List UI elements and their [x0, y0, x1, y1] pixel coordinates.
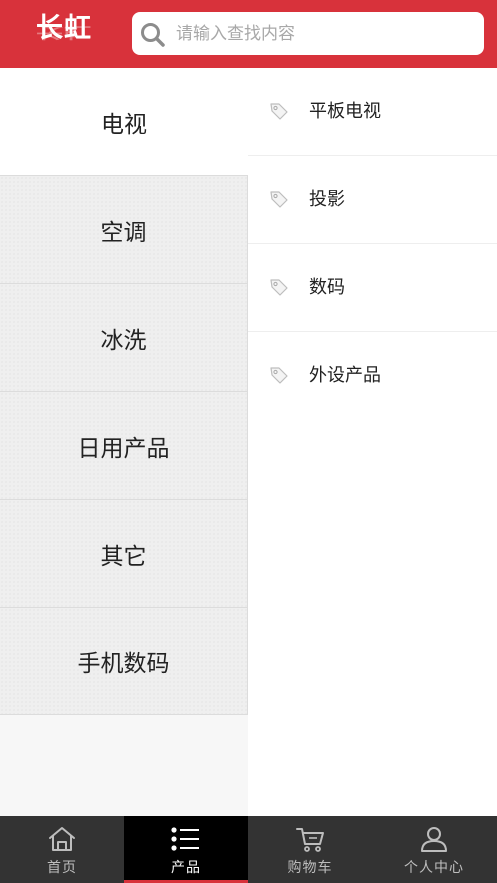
category-label: 冰洗	[100, 327, 147, 354]
nav-cart[interactable]: 购物车	[248, 816, 372, 883]
search-bar[interactable]	[132, 12, 484, 55]
app-header: 长虹 长虹	[0, 0, 497, 68]
subcategory-item-digital[interactable]: 数码	[248, 244, 497, 332]
subcategory-item-projector[interactable]: 投影	[248, 156, 497, 244]
category-item-air-conditioner[interactable]: 空调	[0, 175, 248, 283]
nav-label: 个人中心	[404, 860, 464, 876]
subcategory-label: 投影	[309, 189, 345, 210]
category-label: 电视	[101, 111, 147, 138]
category-sidebar: 电视 空调 冰洗 日用产品 其它 手机数码	[0, 68, 248, 816]
subcategory-item-peripherals[interactable]: 外设产品	[248, 332, 497, 420]
nav-products[interactable]: 产品	[124, 816, 248, 883]
nav-profile[interactable]: 个人中心	[372, 816, 497, 883]
subcategory-list: 平板电视 投影 数码 外设产品	[248, 68, 497, 816]
nav-label: 产品	[171, 860, 201, 876]
category-item-others[interactable]: 其它	[0, 499, 248, 607]
subcategory-label: 平板电视	[309, 101, 381, 122]
subcategory-label: 数码	[309, 277, 345, 298]
subcategory-label: 外设产品	[309, 365, 381, 386]
search-input[interactable]	[176, 12, 476, 55]
category-item-tv[interactable]: 电视	[0, 68, 248, 175]
category-item-daily-products[interactable]: 日用产品	[0, 391, 248, 499]
bottom-nav: 首页 产品 购物车 个人中心	[0, 816, 497, 883]
category-label: 其它	[100, 543, 147, 570]
subcategory-item-flat-tv[interactable]: 平板电视	[248, 68, 497, 156]
nav-home[interactable]: 首页	[0, 816, 124, 883]
logo-reflection: 长虹	[36, 23, 92, 41]
changhong-logo[interactable]: 长虹 长虹	[30, 10, 102, 62]
nav-label: 首页	[47, 860, 77, 876]
category-item-fridge-washer[interactable]: 冰洗	[0, 283, 248, 391]
nav-label: 购物车	[287, 860, 333, 876]
category-item-mobile-digital[interactable]: 手机数码	[0, 607, 248, 715]
category-label: 空调	[100, 219, 147, 246]
category-label: 日用产品	[77, 435, 170, 462]
category-label: 手机数码	[77, 651, 170, 677]
